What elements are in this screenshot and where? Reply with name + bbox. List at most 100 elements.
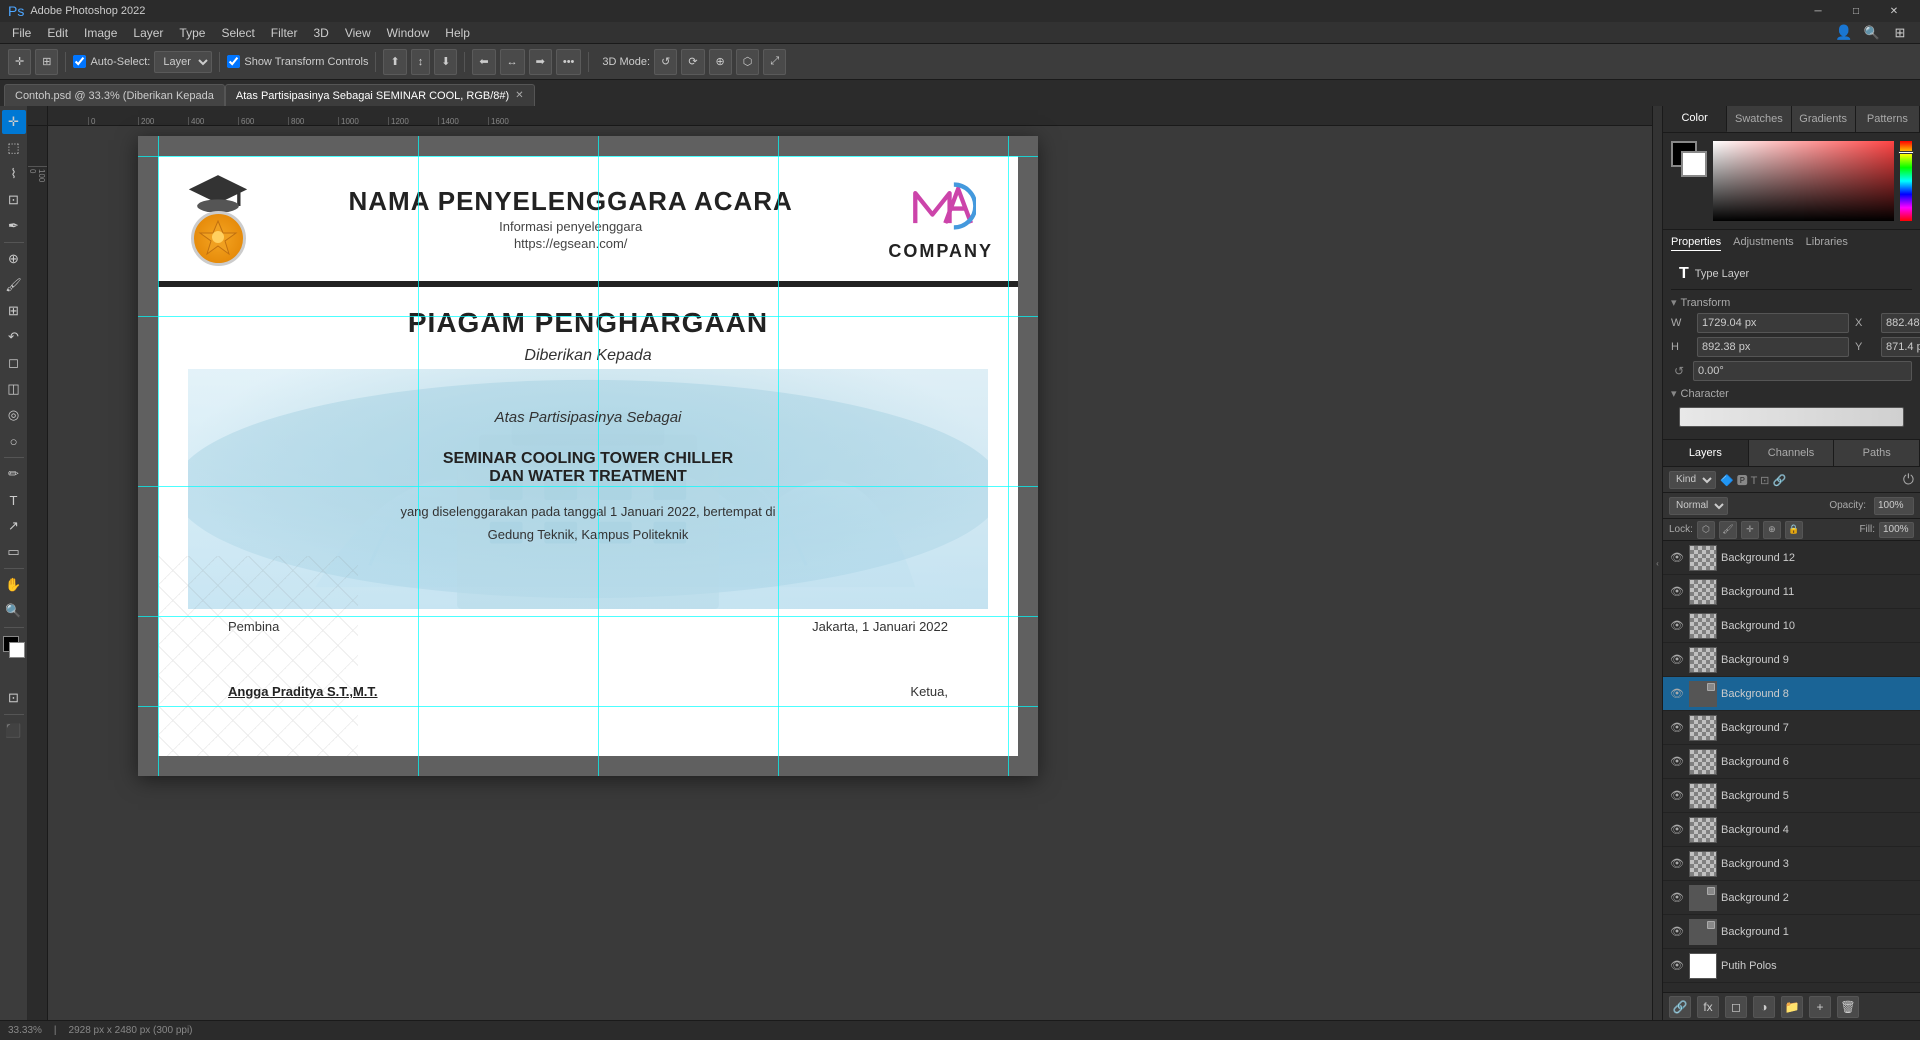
opacity-input[interactable] xyxy=(1874,497,1914,515)
layer-visibility-7[interactable]: 👁 xyxy=(1669,720,1685,736)
layer-visibility-4[interactable]: 👁 xyxy=(1669,822,1685,838)
background-swatch[interactable] xyxy=(1681,151,1707,177)
layers-toggle-btn[interactable]: ⏻ xyxy=(1903,471,1914,488)
menu-edit[interactable]: Edit xyxy=(39,24,76,42)
props-tab-adjustments[interactable]: Adjustments xyxy=(1733,236,1794,251)
align-top-btn[interactable]: ⬆ xyxy=(383,49,406,75)
blur-tool[interactable]: ◎ xyxy=(2,403,26,427)
menu-filter[interactable]: Filter xyxy=(263,24,306,42)
brush-tool[interactable]: 🖌 xyxy=(2,273,26,297)
menu-help[interactable]: Help xyxy=(437,24,478,42)
layer-visibility-12[interactable]: 👁 xyxy=(1669,550,1685,566)
tab-swatches[interactable]: Swatches xyxy=(1727,106,1791,132)
gradient-tool[interactable]: ◫ xyxy=(2,377,26,401)
layer-item-background-11[interactable]: 👁 Background 11 xyxy=(1663,575,1920,609)
tab-patterns[interactable]: Patterns xyxy=(1856,106,1920,132)
layer-group-btn[interactable]: 📁 xyxy=(1781,996,1803,1018)
panel-collapse-btn[interactable]: ‹ xyxy=(1652,106,1662,1020)
layer-item-background-7[interactable]: 👁 Background 7 xyxy=(1663,711,1920,745)
arrange-buttons[interactable]: ⊞ xyxy=(35,49,58,75)
auto-select-checkbox[interactable]: Auto-Select: xyxy=(73,55,150,68)
props-tab-properties[interactable]: Properties xyxy=(1671,236,1721,251)
move-tool-btn[interactable]: ✛ xyxy=(8,49,31,75)
color-spectrum[interactable] xyxy=(1713,141,1894,221)
layers-tab-channels[interactable]: Channels xyxy=(1749,440,1835,466)
tab-gradients[interactable]: Gradients xyxy=(1792,106,1856,132)
layer-item-background-6[interactable]: 👁 Background 6 xyxy=(1663,745,1920,779)
quick-mask-btn[interactable]: ⊡ xyxy=(2,686,26,710)
3d-pan-btn[interactable]: ⊕ xyxy=(709,49,732,75)
lock-artboard-btn[interactable]: ⊕ xyxy=(1763,521,1781,539)
3d-scale-btn[interactable]: ⤢ xyxy=(763,49,786,75)
layer-visibility-2[interactable]: 👁 xyxy=(1669,890,1685,906)
layer-visibility-putih[interactable]: 👁 xyxy=(1669,958,1685,974)
layer-mask-btn[interactable]: ◻ xyxy=(1725,996,1747,1018)
layer-visibility-8[interactable]: 👁 xyxy=(1669,686,1685,702)
background-color[interactable] xyxy=(9,642,25,658)
tab-contoh-psd[interactable]: Contoh.psd @ 33.3% (Diberikan Kepada xyxy=(4,84,225,106)
layer-item-background-4[interactable]: 👁 Background 4 xyxy=(1663,813,1920,847)
layer-item-background-9[interactable]: 👁 Background 9 xyxy=(1663,643,1920,677)
layer-visibility-10[interactable]: 👁 xyxy=(1669,618,1685,634)
clone-tool[interactable]: ⊞ xyxy=(2,299,26,323)
y-input[interactable] xyxy=(1881,337,1920,357)
workspace-icon[interactable]: ⊞ xyxy=(1888,21,1912,45)
lasso-tool[interactable]: ⌇ xyxy=(2,162,26,186)
more-options-btn[interactable]: ••• xyxy=(556,49,582,75)
menu-image[interactable]: Image xyxy=(76,24,125,42)
align-bottom-btn[interactable]: ⬇ xyxy=(434,49,457,75)
layer-item-background-10[interactable]: 👁 Background 10 xyxy=(1663,609,1920,643)
layer-fx-btn[interactable]: fx xyxy=(1697,996,1719,1018)
transform-controls-input[interactable] xyxy=(227,55,240,68)
layers-tab-paths[interactable]: Paths xyxy=(1834,440,1920,466)
x-input[interactable] xyxy=(1881,313,1920,333)
layer-link-btn[interactable]: 🔗 xyxy=(1669,996,1691,1018)
menu-layer[interactable]: Layer xyxy=(125,24,171,42)
lock-all-btn[interactable]: 🔒 xyxy=(1785,521,1803,539)
layer-item-background-12[interactable]: 👁 Background 12 xyxy=(1663,541,1920,575)
blend-mode-select[interactable]: Normal xyxy=(1669,497,1728,515)
layer-new-btn[interactable]: + xyxy=(1809,996,1831,1018)
layer-visibility-9[interactable]: 👁 xyxy=(1669,652,1685,668)
screen-mode-btn[interactable]: ⬛ xyxy=(2,719,26,743)
align-left-edges-btn[interactable]: ⬅ xyxy=(472,49,495,75)
character-color-swatch[interactable] xyxy=(1679,407,1904,427)
lock-image-btn[interactable]: 🖌 xyxy=(1719,521,1737,539)
pen-tool[interactable]: ✏ xyxy=(2,462,26,486)
search-icon[interactable]: 🔍 xyxy=(1860,21,1884,45)
user-icon[interactable]: 👤 xyxy=(1832,21,1856,45)
transform-controls-checkbox[interactable]: Show Transform Controls xyxy=(227,55,368,68)
filter-kind-select[interactable]: Kind xyxy=(1669,471,1716,489)
history-brush-tool[interactable]: ↶ xyxy=(2,325,26,349)
auto-select-input[interactable] xyxy=(73,55,86,68)
menu-3d[interactable]: 3D xyxy=(305,24,336,42)
menu-select[interactable]: Select xyxy=(213,24,262,42)
zoom-tool[interactable]: 🔍 xyxy=(2,599,26,623)
layer-item-background-1[interactable]: 👁 Background 1 xyxy=(1663,915,1920,949)
fill-input[interactable] xyxy=(1879,522,1914,538)
move-tool[interactable]: ✛ xyxy=(2,110,26,134)
layer-item-background-5[interactable]: 👁 Background 5 xyxy=(1663,779,1920,813)
3d-slide-btn[interactable]: ⬡ xyxy=(736,49,760,75)
layer-visibility-5[interactable]: 👁 xyxy=(1669,788,1685,804)
hand-tool[interactable]: ✋ xyxy=(2,573,26,597)
lock-position-btn[interactable]: ✛ xyxy=(1741,521,1759,539)
width-input[interactable] xyxy=(1697,313,1849,333)
lock-transparent-btn[interactable]: ⬡ xyxy=(1697,521,1715,539)
layer-delete-btn[interactable]: 🗑 xyxy=(1837,996,1859,1018)
layer-adjustment-btn[interactable]: ◑ xyxy=(1753,996,1775,1018)
height-input[interactable] xyxy=(1697,337,1849,357)
rotate-input[interactable] xyxy=(1693,361,1912,381)
3d-rotate-btn[interactable]: ↺ xyxy=(654,49,677,75)
align-right-edges-btn[interactable]: ➡ xyxy=(529,49,552,75)
layer-visibility-1[interactable]: 👁 xyxy=(1669,924,1685,940)
select-tool[interactable]: ⬚ xyxy=(2,136,26,160)
eyedropper-tool[interactable]: ✒ xyxy=(2,214,26,238)
layer-item-background-2[interactable]: 👁 Background 2 xyxy=(1663,881,1920,915)
crop-tool[interactable]: ⊡ xyxy=(2,188,26,212)
path-selection-tool[interactable]: ↗ xyxy=(2,514,26,538)
eraser-tool[interactable]: ◻ xyxy=(2,351,26,375)
tab-close-button[interactable]: ✕ xyxy=(515,90,523,101)
tab-color[interactable]: Color xyxy=(1663,106,1727,132)
menu-type[interactable]: Type xyxy=(171,24,213,42)
